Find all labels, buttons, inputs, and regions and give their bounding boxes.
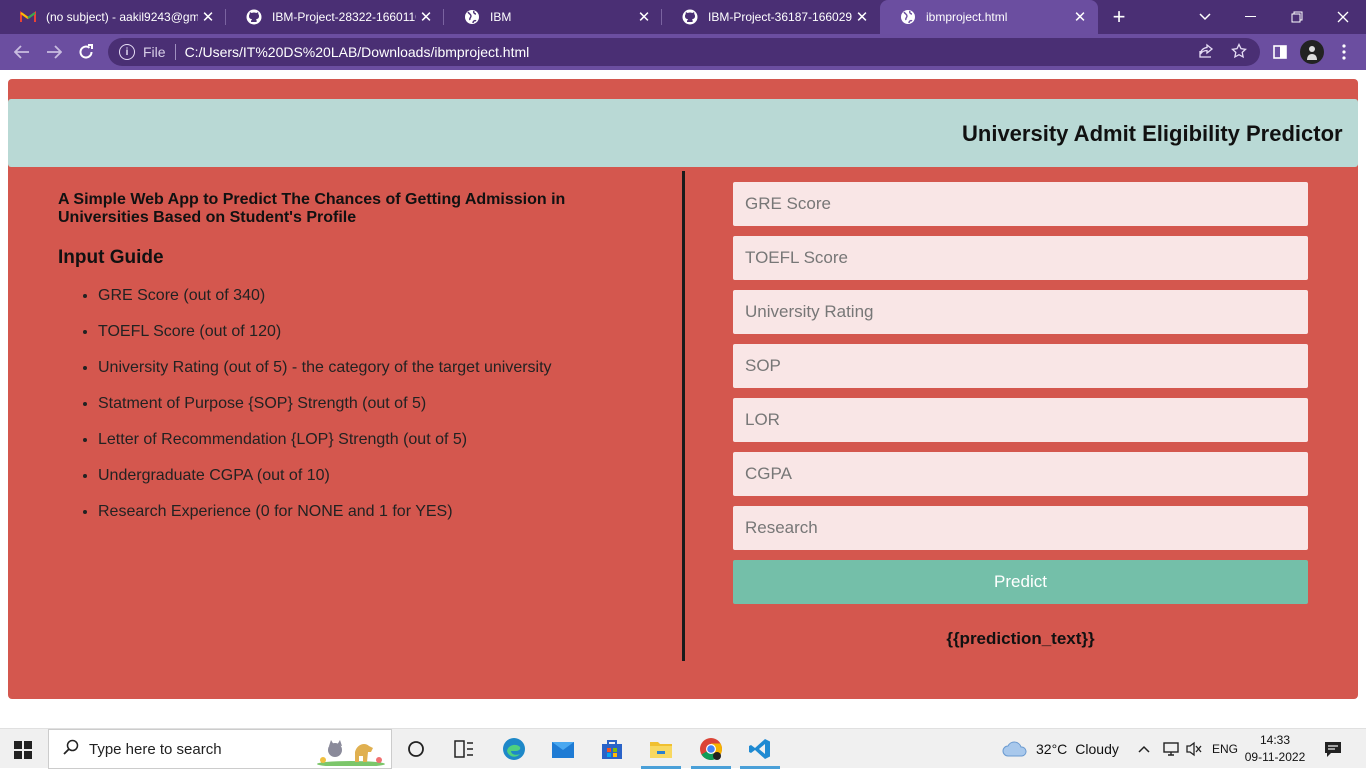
close-tab-icon[interactable]: ✕: [198, 7, 218, 27]
browser-tab-bar: (no subject) - aakil9243@gmail.com ✕ IBM…: [0, 0, 1366, 34]
search-icon: [63, 739, 79, 760]
task-view-icon[interactable]: [402, 735, 430, 763]
university-rating-input[interactable]: [733, 290, 1308, 334]
tab-title: IBM: [490, 10, 512, 24]
edge-browser-icon[interactable]: [500, 735, 528, 763]
guide-item-gre: GRE Score (out of 340): [98, 287, 618, 305]
cloud-icon: [1002, 739, 1028, 760]
search-placeholder: Type here to search: [89, 740, 222, 758]
file-scheme-label: File: [143, 44, 166, 60]
globe-icon: [900, 9, 916, 25]
windows-start-icon[interactable]: [14, 741, 32, 759]
notifications-icon[interactable]: [1324, 729, 1342, 769]
app-tagline: A Simple Web App to Predict The Chances …: [58, 191, 566, 226]
tab-ibmproject-active[interactable]: ibmproject.html ✕: [880, 0, 1098, 34]
predict-button[interactable]: Predict: [733, 560, 1308, 604]
file-explorer-icon[interactable]: [641, 735, 681, 769]
input-guide-title: Input Guide: [58, 247, 164, 268]
address-divider: [174, 44, 176, 60]
app-container: University Admit Eligibility Predictor A…: [8, 79, 1358, 699]
guide-item-toefl: TOEFL Score (out of 120): [98, 323, 618, 341]
clock-time: 14:33: [1259, 733, 1291, 747]
globe-icon: [464, 9, 480, 25]
tab-gmail[interactable]: (no subject) - aakil9243@gmail.com ✕: [0, 0, 226, 34]
lor-input[interactable]: [733, 398, 1308, 442]
new-tab-button[interactable]: +: [1106, 4, 1132, 29]
minimize-button[interactable]: [1228, 0, 1274, 34]
url-text[interactable]: C:/Users/IT%20DS%20LAB/Downloads/ibmproj…: [185, 44, 530, 60]
prediction-form: Predict {{prediction_text}}: [733, 182, 1308, 649]
bookmark-star-icon[interactable]: [1231, 42, 1247, 63]
mail-icon[interactable]: [549, 735, 577, 763]
page-title: University Admit Eligibility Predictor: [962, 121, 1343, 146]
volume-muted-icon[interactable]: [1185, 729, 1203, 769]
close-tab-icon[interactable]: ✕: [852, 7, 872, 27]
panel-divider: [682, 171, 685, 661]
gre-score-input[interactable]: [733, 182, 1308, 226]
network-icon[interactable]: [1162, 729, 1180, 769]
cgpa-input[interactable]: [733, 452, 1308, 496]
chrome-icon[interactable]: [691, 735, 731, 769]
side-panel-icon[interactable]: [1268, 40, 1292, 64]
forward-arrow-icon[interactable]: [42, 40, 66, 64]
guide-item-university-rating: University Rating (out of 5) - the categ…: [98, 359, 618, 377]
reload-icon[interactable]: [74, 40, 98, 64]
tab-title: (no subject) - aakil9243@gmail.com: [46, 10, 198, 24]
menu-kebab-icon[interactable]: [1332, 40, 1356, 64]
tab-ibm[interactable]: IBM ✕: [444, 0, 662, 34]
guide-item-research: Research Experience (0 for NONE and 1 fo…: [98, 503, 618, 521]
close-tab-icon[interactable]: ✕: [1070, 7, 1090, 27]
tab-title: IBM-Project-28322-1660110067: [272, 10, 416, 24]
weather-temp: 32°C: [1036, 741, 1068, 757]
prediction-output: {{prediction_text}}: [946, 629, 1095, 648]
sop-input[interactable]: [733, 344, 1308, 388]
widgets-icon[interactable]: [450, 735, 478, 763]
weather-condition: Cloudy: [1075, 741, 1119, 757]
gmail-icon: [20, 9, 36, 25]
share-icon[interactable]: [1198, 43, 1214, 63]
close-tab-icon[interactable]: ✕: [416, 7, 436, 27]
input-guide-list: GRE Score (out of 340) TOEFL Score (out …: [58, 287, 618, 521]
show-hidden-icons-chevron-icon[interactable]: [1138, 729, 1150, 769]
toefl-score-input[interactable]: [733, 236, 1308, 280]
tab-github-28322[interactable]: IBM-Project-28322-1660110067 ✕: [226, 0, 444, 34]
profile-avatar[interactable]: [1300, 40, 1324, 64]
tab-github-36187[interactable]: IBM-Project-36187-1660293 ✕: [662, 0, 880, 34]
system-clock[interactable]: 14:33 09-11-2022: [1240, 732, 1310, 766]
search-highlight-illustration: [315, 734, 387, 767]
tab-search-chevron-icon[interactable]: [1182, 0, 1228, 34]
back-arrow-icon[interactable]: [10, 40, 34, 64]
github-icon: [246, 9, 262, 25]
header-banner: University Admit Eligibility Predictor: [8, 99, 1358, 167]
research-input[interactable]: [733, 506, 1308, 550]
clock-date: 09-11-2022: [1244, 750, 1306, 764]
restore-button[interactable]: [1274, 0, 1320, 34]
vscode-icon[interactable]: [740, 735, 780, 769]
microsoft-store-icon[interactable]: [598, 735, 626, 763]
guide-item-lor: Letter of Recommendation {LOP} Strength …: [98, 431, 618, 449]
windows-taskbar: Type here to search 32°C Cloudy ENG 14:3…: [0, 728, 1366, 769]
tab-title: ibmproject.html: [926, 10, 1008, 24]
weather-widget[interactable]: 32°C Cloudy: [1002, 729, 1119, 769]
address-bar[interactable]: i File C:/Users/IT%20DS%20LAB/Downloads/…: [108, 38, 1260, 66]
guide-item-sop: Statment of Purpose {SOP} Strength (out …: [98, 395, 618, 413]
language-indicator[interactable]: ENG: [1212, 729, 1238, 769]
tab-title: IBM-Project-36187-1660293: [708, 10, 852, 24]
close-tab-icon[interactable]: ✕: [634, 7, 654, 27]
close-window-button[interactable]: [1320, 0, 1366, 34]
taskbar-search-box[interactable]: Type here to search: [48, 729, 392, 769]
info-icon[interactable]: i: [119, 44, 135, 60]
github-icon: [682, 9, 698, 25]
guide-item-cgpa: Undergraduate CGPA (out of 10): [98, 467, 618, 485]
browser-toolbar: i File C:/Users/IT%20DS%20LAB/Downloads/…: [0, 34, 1366, 70]
page-viewport: University Admit Eligibility Predictor A…: [0, 70, 1366, 728]
input-guide-panel: A Simple Web App to Predict The Chances …: [58, 191, 618, 539]
